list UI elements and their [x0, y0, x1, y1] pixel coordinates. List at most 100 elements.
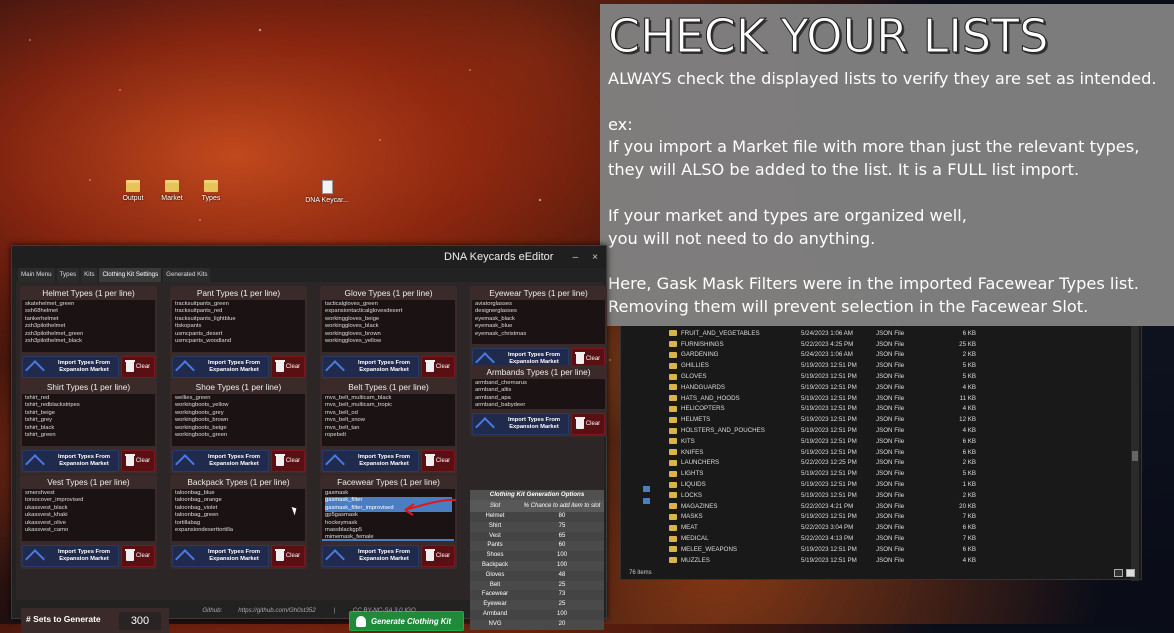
type-entry: ukassvest_olive [25, 519, 66, 526]
generate-clothing-kit-button[interactable]: Generate Clothing Kit [349, 611, 464, 631]
import-types-button[interactable]: Import Types From Expansion Market [172, 356, 269, 378]
helmet-types-textarea[interactable]: skatehelmet_green ssh68helmet tankerhelmet… [22, 300, 155, 352]
eyewear-types-textarea[interactable]: aviatorglasses designerglasses eyemask_bla… [472, 300, 605, 344]
facewear-scroll-indicator[interactable] [322, 539, 454, 541]
vest-types-textarea[interactable]: smershvest torsocover_improvised ukassvest… [22, 489, 155, 541]
shirt-types-textarea[interactable]: tshirt_red tshirt_redblackstripes tshirt_b… [22, 394, 155, 446]
file-row[interactable]: KITS 5/19/2023 12:51 PM JSON File 6 KB [621, 436, 1133, 447]
clear-button[interactable]: Clear [271, 545, 305, 567]
glove-types-textarea[interactable]: tacticalgloves_green expansiontacticalglo… [322, 300, 455, 352]
belt-types-textarea[interactable]: mvs_belt_multicam_black mvs_belt_multicam… [322, 394, 455, 446]
armbands-types-textarea[interactable]: armband_chernarus armband_altis armband_ap… [472, 379, 605, 409]
file-row[interactable]: HELMETS 5/19/2023 12:51 PM JSON File 12 KB [621, 414, 1133, 425]
import-types-button[interactable]: Import Types From Expansion Market [322, 356, 419, 378]
clear-button[interactable]: Clear [271, 450, 305, 472]
clear-button[interactable]: Clear [271, 356, 305, 378]
file-row[interactable]: FURNISHINGS 5/22/2023 4:25 PM JSON File 25 … [621, 339, 1133, 350]
import-label: Import Types From [57, 454, 111, 460]
import-types-button[interactable]: Import Types From Expansion Market [472, 413, 569, 435]
clear-button[interactable]: Clear [421, 450, 455, 472]
slot-chance-input[interactable]: 80 [520, 512, 604, 522]
file-row[interactable]: KNIFES 5/19/2023 12:51 PM JSON File 6 KB [621, 447, 1133, 458]
clear-label: Clear [585, 356, 601, 362]
clear-button[interactable]: Clear [121, 450, 155, 472]
file-row[interactable]: MASKS 5/19/2023 12:51 PM JSON File 7 KB [621, 512, 1133, 523]
file-row[interactable]: GLOVES 5/19/2023 12:51 PM JSON File 5 KB [621, 371, 1133, 382]
slot-name: Belt [489, 581, 501, 588]
clear-button[interactable]: Clear [121, 356, 155, 378]
view-toggle[interactable] [1114, 569, 1135, 577]
file-row[interactable]: HANDGUARDS 5/19/2023 12:51 PM JSON File 4 K… [621, 382, 1133, 393]
import-types-button[interactable]: Import Types From Expansion Market [322, 545, 419, 567]
type-entry: expansiondeserttortilla [175, 527, 234, 534]
clear-button[interactable]: Clear [571, 413, 605, 435]
shoe-types-textarea[interactable]: wellies_green workingboots_yellow workingb… [172, 394, 305, 446]
pant-types-textarea[interactable]: tracksuitpants_green tracksuitpants_red tr… [172, 300, 305, 352]
slot-chance-input[interactable]: 100 [520, 551, 604, 561]
file-name: GARDENING [681, 351, 719, 359]
file-row[interactable]: LAUNCHERS 5/22/2023 12:25 PM JSON File 2 KB [621, 458, 1133, 469]
minimize-button[interactable]: – [573, 252, 579, 263]
slot-name: Vest [489, 532, 501, 539]
chevron-up-icon [476, 418, 498, 430]
clear-button[interactable]: Clear [421, 356, 455, 378]
slot-chance-input[interactable]: 60 [520, 541, 604, 551]
panel-title: Pant Types (1 per line) [196, 288, 281, 298]
type-entry: workingboots_grey [175, 409, 224, 416]
file-row[interactable]: MEAT 5/22/2023 3:04 PM JSON File 6 KB [621, 522, 1133, 533]
file-row[interactable]: GARDENING 5/24/2023 1:06 AM JSON File 2 KB [621, 350, 1133, 361]
slot-chance-input[interactable]: 75 [520, 522, 604, 532]
slot-chance-input[interactable]: 25 [520, 581, 604, 591]
import-types-button[interactable]: Import Types From Expansion Market [322, 450, 419, 472]
file-row[interactable]: MUZZLES 5/19/2023 12:51 PM JSON File 4 KB [621, 555, 1133, 566]
file-row[interactable]: HELICOPTERS 5/19/2023 12:51 PM JSON File 4 … [621, 404, 1133, 415]
clear-button[interactable]: Clear [421, 545, 455, 567]
slot-chance-input[interactable]: 48 [520, 571, 604, 581]
type-entry: eyemask_blue [475, 323, 513, 330]
file-row[interactable]: GHILLIES 5/19/2023 12:51 PM JSON File 5 KB [621, 360, 1133, 371]
file-row[interactable]: MAGAZINES 5/22/2023 4:21 PM JSON File 20 KB [621, 501, 1133, 512]
backpack-types-textarea[interactable]: taloonbag_blue taloonbag_orange taloonbag_… [172, 489, 305, 541]
github-link[interactable]: https://github.com/Gh0st352 [238, 607, 315, 614]
desktop-icon-dna-keycards[interactable]: DNA Keycar... [302, 180, 352, 204]
title-bar[interactable]: DNA Keycards eEditor – × [12, 246, 606, 268]
file-row[interactable]: HATS_AND_HOODS 5/19/2023 12:51 PM JSON Fil… [621, 393, 1133, 404]
type-entry: workinggloves_brown [325, 330, 381, 337]
clear-button[interactable]: Clear [121, 545, 155, 567]
json-file-icon [669, 427, 677, 434]
tab-main-menu[interactable]: Main Menu [18, 268, 55, 282]
slot-chance-input[interactable]: 65 [520, 532, 604, 542]
file-row[interactable]: FRUIT_AND_VEGETABLES 5/24/2023 1:06 AM JSO… [621, 328, 1133, 339]
file-row[interactable]: MELEE_WEAPONS 5/19/2023 12:51 PM JSON File… [621, 544, 1133, 555]
file-name: MASKS [681, 513, 703, 521]
panel-actions: Import Types From Expansion Market Clear [22, 356, 155, 378]
sets-count-input[interactable]: 300 [119, 612, 161, 630]
file-row[interactable]: LIQUIDS 5/19/2023 12:51 PM JSON File 1 KB [621, 479, 1133, 490]
import-label: Import Types From [507, 417, 561, 423]
slot-chance-input[interactable]: 73 [520, 590, 604, 600]
import-types-button[interactable]: Import Types From Expansion Market [172, 450, 269, 472]
tab-generated-kits[interactable]: Generated Kits [163, 268, 211, 282]
slot-chance-input[interactable]: 100 [520, 561, 604, 571]
file-type: JSON File [876, 394, 905, 402]
tab-types[interactable]: Types [56, 268, 80, 282]
slot-chance-input[interactable]: 20 [520, 620, 604, 630]
file-row[interactable]: LOCKS 5/19/2023 12:51 PM JSON File 2 KB [621, 490, 1133, 501]
file-date: 5/19/2023 12:51 PM [801, 416, 857, 424]
tab-clothing-kit-settings[interactable]: Clothing Kit Settings [99, 268, 162, 282]
import-types-button[interactable]: Import Types From Expansion Market [22, 545, 119, 567]
file-row[interactable]: LIGHTS 5/19/2023 12:51 PM JSON File 5 KB [621, 468, 1133, 479]
import-types-button[interactable]: Import Types From Expansion Market [172, 545, 269, 567]
import-types-button[interactable]: Import Types From Expansion Market [22, 450, 119, 472]
import-label: Expansion Market [509, 424, 559, 430]
file-row[interactable]: HOLSTERS_AND_POUCHES 5/19/2023 12:51 PM JS… [621, 425, 1133, 436]
shirt-types-panel: Shirt Types (1 per line) tshirt_red tshirt… [20, 380, 157, 474]
explorer-scrollbar[interactable] [1131, 326, 1139, 581]
file-row[interactable]: MEDICAL 5/22/2023 4:13 PM JSON File 7 KB [621, 533, 1133, 544]
close-button[interactable]: × [592, 252, 598, 263]
file-size: 6 KB [962, 329, 976, 337]
import-types-button[interactable]: Import Types From Expansion Market [22, 356, 119, 378]
desktop-icon-types[interactable]: Types [186, 180, 236, 202]
tab-kits[interactable]: Kits [81, 268, 98, 282]
file-date: 5/24/2023 1:06 AM [801, 351, 853, 359]
